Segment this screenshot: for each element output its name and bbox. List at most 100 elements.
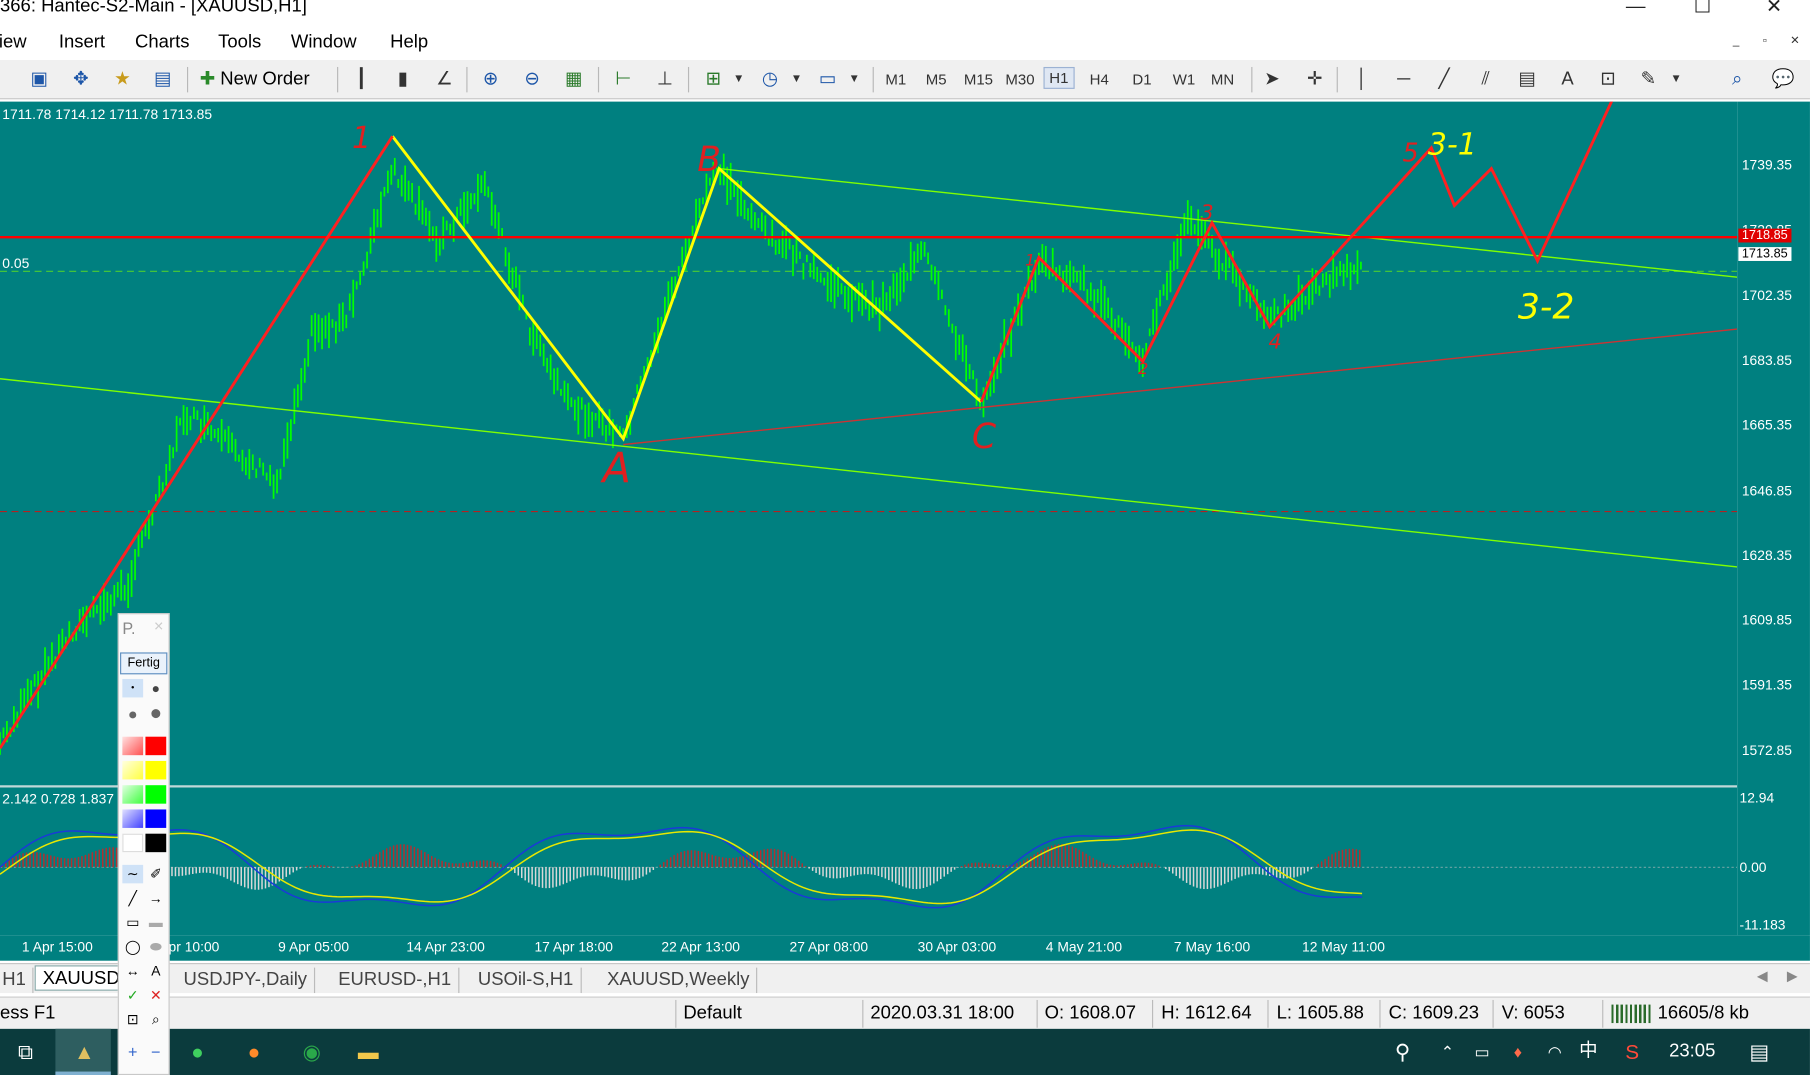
minimize-button[interactable]: — xyxy=(1609,0,1662,21)
wifi-icon[interactable]: ◠ xyxy=(1541,1038,1569,1066)
timeframe-m1-button[interactable]: M1 xyxy=(885,70,906,87)
ellipse-tool-icon[interactable]: ◯ xyxy=(122,938,143,956)
color-green-swatch[interactable] xyxy=(145,785,167,804)
text-tool-palette-icon[interactable]: A xyxy=(145,962,166,980)
tab-eurusd-h1[interactable]: EURUSD-,H1 xyxy=(331,967,460,994)
zoom-in-icon[interactable]: ⊕ xyxy=(477,66,505,94)
brush-size-xs-icon[interactable]: • xyxy=(122,678,144,698)
connection-status-icon[interactable] xyxy=(1611,1004,1651,1024)
indicators-icon[interactable]: ⊞ xyxy=(700,66,728,94)
taskbar-clock[interactable]: 23:05 xyxy=(1669,1042,1715,1063)
timeframe-m30-button[interactable]: M30 xyxy=(1005,70,1034,87)
trendline-icon[interactable]: ╱ xyxy=(1430,66,1458,94)
filled-rectangle-tool-icon[interactable]: ▬ xyxy=(145,913,166,931)
chevron-down-icon[interactable]: ▼ xyxy=(725,66,753,94)
tab-scroll-right-icon[interactable]: ▶ xyxy=(1787,968,1798,984)
time-axis[interactable] xyxy=(0,935,1810,961)
text-label-icon[interactable]: ⊡ xyxy=(1594,66,1622,94)
double-arrow-tool-icon[interactable]: ↔ xyxy=(122,962,143,980)
timeframe-d1-button[interactable]: D1 xyxy=(1132,70,1151,87)
timeframe-h4-button[interactable]: H4 xyxy=(1090,70,1109,87)
menu-view[interactable]: iew xyxy=(0,32,27,53)
color-black-swatch[interactable] xyxy=(145,833,167,853)
app-gmt-icon[interactable]: ◉ xyxy=(298,1038,326,1066)
action-center-icon[interactable]: ▤ xyxy=(1745,1038,1773,1066)
equidistant-channel-icon[interactable]: ⫽ xyxy=(1472,66,1500,94)
bar-chart-icon[interactable]: ┃ xyxy=(347,66,375,94)
mdi-close-button[interactable]: ✕ xyxy=(1783,35,1806,53)
color-yellow-swatch[interactable] xyxy=(145,760,167,780)
timeframe-h1-button[interactable]: H1 xyxy=(1043,66,1075,89)
timeframe-m5-button[interactable]: M5 xyxy=(926,70,947,87)
cursor-icon[interactable]: ➤ xyxy=(1258,66,1286,94)
arrow-tool-icon[interactable]: → xyxy=(145,889,166,907)
tab-scroll-left-icon[interactable]: ◀ xyxy=(1757,968,1768,984)
fibonacci-icon[interactable]: ▤ xyxy=(1513,66,1541,94)
palette-done-button[interactable]: Fertig xyxy=(120,652,168,675)
tab-xauusd[interactable]: XAUUSD xyxy=(34,965,122,991)
periods-clock-icon[interactable]: ◷ xyxy=(756,66,784,94)
menu-window[interactable]: Window xyxy=(291,32,357,53)
favorites-icon[interactable]: ★ xyxy=(109,66,137,94)
color-light-yellow-swatch[interactable] xyxy=(122,760,144,780)
eraser-icon[interactable]: ✐ xyxy=(145,865,166,883)
tab-usoil-h1[interactable]: USOil-S,H1 xyxy=(471,967,582,994)
price-chart[interactable]: 1BAC123453-13-23-3 1711.78 1714.12 1711.… xyxy=(0,101,1738,936)
menu-help[interactable]: Help xyxy=(390,32,428,53)
menu-insert[interactable]: Insert xyxy=(59,32,105,53)
menu-charts[interactable]: Charts xyxy=(135,32,189,53)
profile-name[interactable]: Default xyxy=(683,1003,742,1024)
file-explorer-icon[interactable]: ▬ xyxy=(354,1038,382,1066)
navigator-icon[interactable]: ▤ xyxy=(149,66,177,94)
zoom-out-icon[interactable]: ⊖ xyxy=(518,66,546,94)
tab-xauusd-weekly[interactable]: XAUUSD,Weekly xyxy=(600,967,758,994)
app-green-icon[interactable]: ● xyxy=(184,1038,212,1066)
input-method-indicator[interactable]: 中 xyxy=(1574,1038,1602,1066)
horizontal-line-icon[interactable]: ─ xyxy=(1390,66,1418,94)
mdi-minimize-button[interactable]: _ xyxy=(1725,35,1748,53)
filled-ellipse-tool-icon[interactable]: ⬬ xyxy=(145,938,166,956)
crop-icon[interactable]: ⊡ xyxy=(122,1010,143,1028)
crosshair-icon[interactable]: ✥ xyxy=(67,66,95,94)
color-light-blue-swatch[interactable] xyxy=(122,809,144,828)
timeframe-w1-button[interactable]: W1 xyxy=(1173,70,1196,87)
new-chart-icon[interactable]: ▣ xyxy=(25,66,53,94)
mdi-restore-button[interactable]: ▫ xyxy=(1753,35,1776,53)
arrows-icon[interactable]: ✎ xyxy=(1634,66,1662,94)
chart-shift-icon[interactable]: ⊥ xyxy=(651,66,679,94)
color-light-green-swatch[interactable] xyxy=(122,785,144,804)
chart-canvas[interactable]: 1BAC123453-13-23-3 xyxy=(0,101,1738,936)
confirm-icon[interactable]: ✓ xyxy=(122,986,143,1004)
plus-icon[interactable]: + xyxy=(122,1043,143,1061)
menu-tools[interactable]: Tools xyxy=(218,32,261,53)
search-icon[interactable]: ⌕ xyxy=(1723,66,1751,94)
tray-app-icon[interactable]: ♦ xyxy=(1504,1038,1532,1066)
brush-size-m-icon[interactable]: ● xyxy=(122,704,143,722)
tab-h1[interactable]: H1 xyxy=(0,967,34,994)
chevron-down-icon[interactable]: ▼ xyxy=(840,66,868,94)
line-chart-icon[interactable]: ∠ xyxy=(431,66,459,94)
tab-usdjpy-daily[interactable]: USDJPY-,Daily xyxy=(177,967,316,994)
color-red-swatch[interactable] xyxy=(145,736,167,756)
task-view-icon[interactable]: ⧉ xyxy=(12,1038,40,1066)
color-light-red-swatch[interactable] xyxy=(122,736,144,756)
battery-icon[interactable]: ▭ xyxy=(1468,1038,1496,1066)
line-tool-icon[interactable]: ╱ xyxy=(122,889,143,907)
text-tool-icon[interactable]: A xyxy=(1554,66,1582,94)
minus-icon[interactable]: − xyxy=(145,1043,166,1061)
templates-icon[interactable]: ▭ xyxy=(814,66,842,94)
price-axis[interactable]: 1739.351720.851702.351683.851665.351646.… xyxy=(1737,101,1810,936)
show-hidden-icons-icon[interactable]: ⌃ xyxy=(1434,1038,1462,1066)
crosshair-tool-icon[interactable]: ✛ xyxy=(1301,66,1329,94)
sogou-icon[interactable]: S xyxy=(1618,1038,1646,1066)
freehand-pen-icon[interactable]: ∼ xyxy=(122,864,144,884)
timeframe-mn-button[interactable]: MN xyxy=(1211,70,1234,87)
people-icon[interactable]: ⚲ xyxy=(1389,1038,1417,1066)
chevron-down-icon[interactable]: ▼ xyxy=(783,66,811,94)
clear-icon[interactable]: ✕ xyxy=(145,986,166,1004)
maximize-button[interactable]: ☐ xyxy=(1676,0,1729,21)
close-button[interactable]: ✕ xyxy=(1748,0,1801,21)
new-order-button[interactable]: ✚ New Order xyxy=(200,66,310,94)
color-blue-swatch[interactable] xyxy=(145,809,167,828)
chat-icon[interactable]: 💬 xyxy=(1770,66,1798,94)
